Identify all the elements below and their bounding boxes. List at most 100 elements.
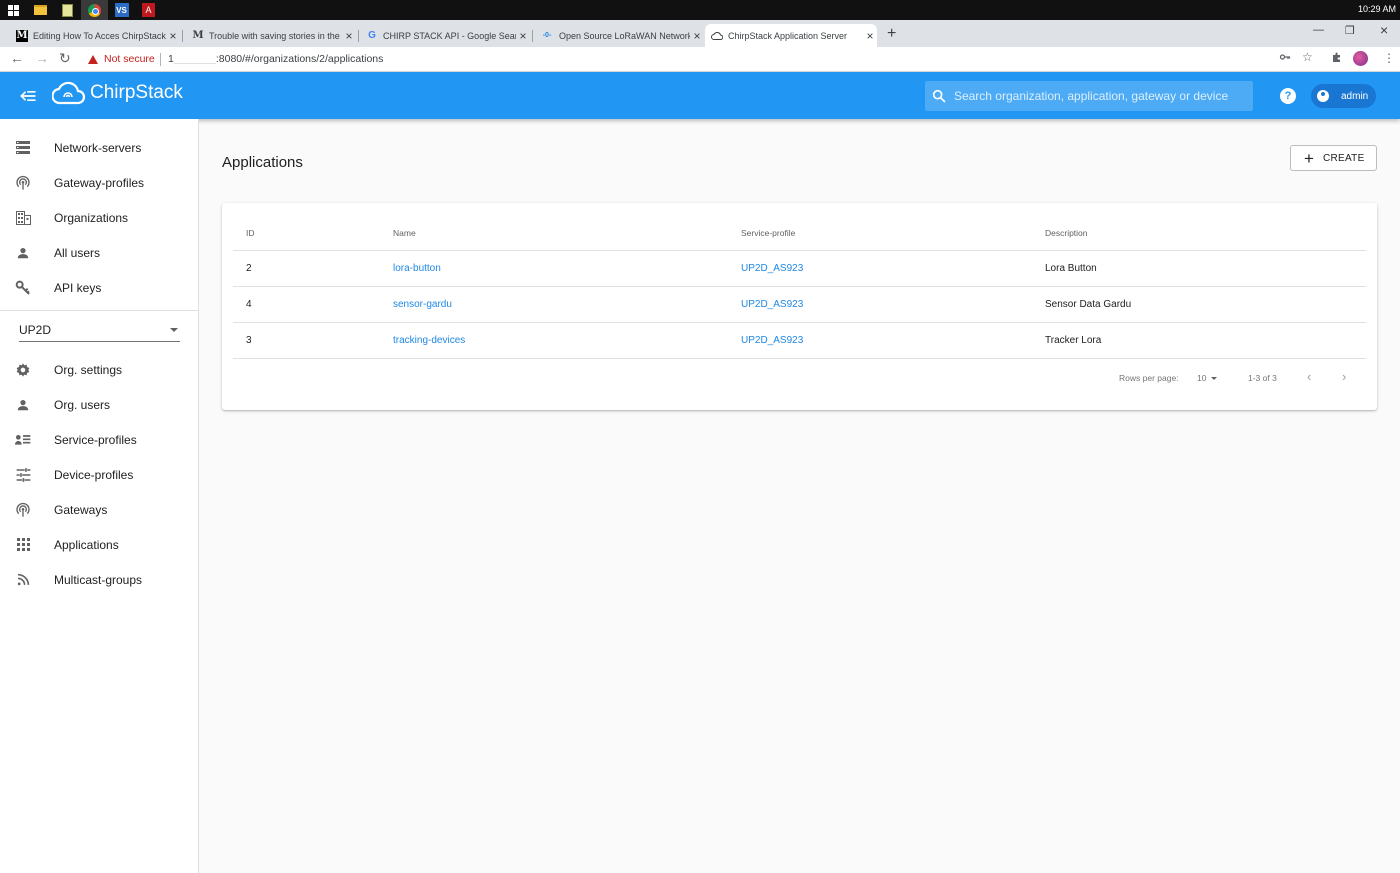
application-link[interactable]: tracking-devices bbox=[393, 335, 465, 346]
person-icon bbox=[15, 397, 31, 413]
account-list-icon bbox=[15, 432, 31, 448]
sidebar-item-device-profiles[interactable]: Device-profiles bbox=[0, 457, 198, 492]
caret-down-icon bbox=[1211, 377, 1218, 381]
sidebar-item-api-keys[interactable]: API keys bbox=[0, 270, 198, 305]
tab-close-icon[interactable]: × bbox=[342, 29, 356, 43]
back-icon[interactable]: ← bbox=[10, 50, 24, 66]
new-tab-icon[interactable]: + bbox=[887, 25, 896, 43]
tab-title: ChirpStack Application Server bbox=[728, 30, 848, 41]
service-profile-link[interactable]: UP2D_AS923 bbox=[741, 299, 803, 310]
windows-start-icon[interactable] bbox=[0, 0, 27, 20]
user-menu-button[interactable]: admin bbox=[1311, 84, 1376, 108]
cloud-favicon-icon bbox=[711, 30, 723, 42]
browser-tab-strip: M Editing How To Acces ChirpStack × M Tr… bbox=[0, 20, 1400, 47]
service-profile-link[interactable]: UP2D_AS923 bbox=[741, 263, 803, 274]
visual-studio-icon[interactable]: VS bbox=[108, 0, 135, 20]
browser-tab-active[interactable]: ChirpStack Application Server × bbox=[705, 24, 877, 47]
chevron-left-icon[interactable]: ‹ bbox=[1307, 369, 1311, 384]
sidebar-item-all-users[interactable]: All users bbox=[0, 235, 198, 270]
profile-avatar[interactable] bbox=[1353, 51, 1368, 66]
browser-menu-icon[interactable]: ⋮ bbox=[1383, 51, 1395, 65]
tune-icon bbox=[15, 467, 31, 483]
sidebar-item-label: Device-profiles bbox=[54, 467, 134, 482]
sidebar-item-network-servers[interactable]: Network-servers bbox=[0, 130, 198, 165]
sticky-notes-icon[interactable] bbox=[54, 0, 81, 20]
search-input[interactable] bbox=[953, 89, 1253, 103]
sidebar-divider bbox=[0, 310, 198, 311]
bookmark-star-icon[interactable]: ☆ bbox=[1302, 50, 1313, 64]
tab-close-icon[interactable]: × bbox=[166, 29, 180, 43]
apps-grid-icon bbox=[15, 537, 31, 553]
sidebar-item-org-users[interactable]: Org. users bbox=[0, 387, 198, 422]
reload-icon[interactable]: ↻ bbox=[59, 50, 71, 67]
browser-tab[interactable]: M Trouble with saving stories in the × bbox=[186, 24, 356, 47]
column-header-id[interactable]: ID bbox=[246, 228, 255, 238]
warning-icon bbox=[88, 54, 98, 64]
tab-title: Open Source LoRaWAN Network bbox=[559, 30, 690, 41]
tab-title: CHIRP STACK API - Google Search bbox=[383, 30, 516, 41]
network-favicon-icon: -0- bbox=[542, 32, 552, 39]
sidebar-item-label: Org. users bbox=[54, 397, 111, 412]
sidebar-item-applications[interactable]: Applications bbox=[0, 527, 198, 562]
chrome-icon[interactable] bbox=[81, 0, 108, 20]
sidebar-item-organizations[interactable]: Organizations bbox=[0, 200, 198, 235]
sidebar-item-label: Applications bbox=[54, 537, 119, 552]
file-explorer-icon[interactable] bbox=[27, 0, 54, 20]
close-window-icon[interactable]: × bbox=[1380, 22, 1388, 38]
sidebar: Network-servers Gateway-profiles Organiz… bbox=[0, 119, 199, 873]
restore-icon[interactable]: ❐ bbox=[1345, 24, 1355, 37]
pagination-range: 1-3 of 3 bbox=[1248, 373, 1277, 383]
google-favicon-icon: G bbox=[368, 30, 376, 41]
column-header-name[interactable]: Name bbox=[393, 228, 416, 238]
brand-name: ChirpStack bbox=[90, 82, 183, 103]
create-button[interactable]: + CREATE bbox=[1290, 145, 1377, 171]
browser-tab[interactable]: M Editing How To Acces ChirpStack × bbox=[10, 24, 180, 47]
app-header: ChirpStack ? admin bbox=[0, 72, 1400, 119]
sidebar-item-gateways[interactable]: Gateways bbox=[0, 492, 198, 527]
table-row[interactable]: 4 sensor-gardu UP2D_AS923 Sensor Data Ga… bbox=[233, 286, 1366, 322]
table-row[interactable]: 2 lora-button UP2D_AS923 Lora Button bbox=[233, 250, 1366, 286]
sidebar-item-label: Organizations bbox=[54, 210, 129, 225]
extensions-icon[interactable] bbox=[1331, 51, 1343, 66]
tab-close-icon[interactable]: × bbox=[863, 29, 877, 43]
global-search[interactable] bbox=[925, 81, 1253, 111]
system-clock: 10:29 AM bbox=[1357, 4, 1396, 14]
sidebar-item-service-profiles[interactable]: Service-profiles bbox=[0, 422, 198, 457]
cell-description: Lora Button bbox=[1045, 263, 1097, 274]
security-indicator[interactable]: Not secure bbox=[88, 53, 155, 65]
plus-icon: + bbox=[1304, 148, 1314, 168]
tab-close-icon[interactable]: × bbox=[516, 29, 530, 43]
table-row[interactable]: 3 tracking-devices UP2D_AS923 Tracker Lo… bbox=[233, 322, 1366, 358]
sidebar-item-org-settings[interactable]: Org. settings bbox=[0, 352, 198, 387]
application-link[interactable]: lora-button bbox=[393, 263, 441, 274]
service-profile-link[interactable]: UP2D_AS923 bbox=[741, 335, 803, 346]
help-icon[interactable]: ? bbox=[1280, 88, 1296, 104]
column-header-service-profile[interactable]: Service-profile bbox=[741, 228, 795, 238]
organization-select[interactable]: UP2D bbox=[19, 320, 180, 342]
browser-tab[interactable]: G CHIRP STACK API - Google Search × bbox=[360, 24, 530, 47]
medium-favicon-icon: M bbox=[16, 29, 28, 42]
column-header-description[interactable]: Description bbox=[1045, 228, 1088, 238]
tab-close-icon[interactable]: × bbox=[690, 29, 704, 43]
url-field[interactable]: 1:8080/#/organizations/2/applications bbox=[168, 53, 383, 65]
key-icon[interactable] bbox=[1279, 51, 1291, 66]
sidebar-item-label: All users bbox=[54, 245, 101, 260]
table-bottom-divider bbox=[233, 358, 1366, 359]
person-icon bbox=[15, 245, 31, 261]
sidebar-item-gateway-profiles[interactable]: Gateway-profiles bbox=[0, 165, 198, 200]
chirpstack-logo[interactable]: ChirpStack bbox=[52, 80, 183, 106]
gear-icon bbox=[15, 362, 31, 378]
sidebar-item-label: Network-servers bbox=[54, 140, 142, 155]
browser-tab[interactable]: -0- Open Source LoRaWAN Network × bbox=[534, 24, 704, 47]
chevron-right-icon[interactable]: › bbox=[1342, 369, 1346, 384]
antenna-icon bbox=[15, 502, 31, 518]
cell-description: Sensor Data Gardu bbox=[1045, 299, 1132, 310]
tab-title: Editing How To Acces ChirpStack bbox=[33, 30, 166, 41]
acrobat-icon[interactable]: A bbox=[135, 0, 162, 20]
rows-per-page-select[interactable]: 10 bbox=[1197, 373, 1218, 383]
menu-collapse-icon[interactable] bbox=[18, 86, 38, 106]
minimize-icon[interactable]: — bbox=[1313, 24, 1324, 36]
forward-icon[interactable]: → bbox=[35, 50, 49, 66]
sidebar-item-multicast-groups[interactable]: Multicast-groups bbox=[0, 562, 198, 597]
application-link[interactable]: sensor-gardu bbox=[393, 299, 452, 310]
